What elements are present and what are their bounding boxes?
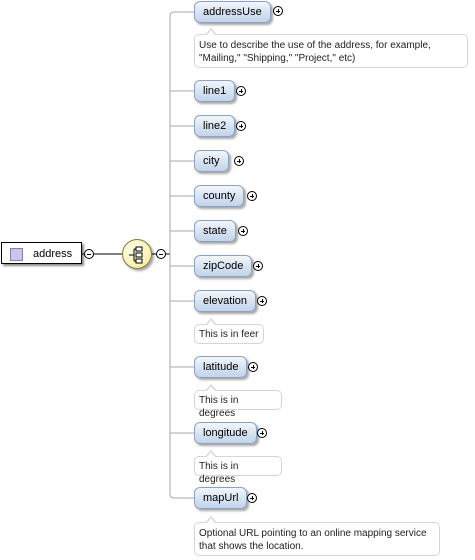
expand-toggle-icon[interactable]: [248, 362, 258, 372]
collapse-toggle-icon[interactable]: [156, 249, 166, 259]
expand-toggle-icon[interactable]: [234, 156, 244, 166]
expand-toggle-icon[interactable]: [253, 261, 263, 271]
element-state[interactable]: state: [194, 220, 236, 242]
expand-toggle-icon[interactable]: [247, 493, 257, 503]
element-mapUrl[interactable]: mapUrl: [194, 487, 248, 509]
element-elevation[interactable]: elevation: [194, 290, 257, 312]
connector-lines: [82, 11, 194, 499]
element-latitude[interactable]: latitude: [194, 356, 248, 378]
annotation-addressUse: Use to describe the use of the address, …: [194, 28, 468, 68]
attribute-group-icon: [10, 248, 23, 261]
expand-toggle-icon[interactable]: [257, 428, 267, 438]
annotation-longitude: This is in degrees: [194, 450, 282, 485]
expand-toggle-icon[interactable]: [247, 191, 257, 201]
root-element-address[interactable]: address: [1, 242, 82, 264]
annotation-elevation: This is in feer: [194, 318, 264, 344]
expand-toggle-icon[interactable]: [257, 296, 267, 306]
root-element-label: address: [33, 248, 73, 260]
element-zipCode[interactable]: zipCode: [194, 255, 253, 277]
element-county[interactable]: county: [194, 185, 245, 207]
element-longitude[interactable]: longitude: [194, 422, 257, 444]
element-line2[interactable]: line2: [194, 115, 236, 137]
collapse-toggle-icon[interactable]: [84, 249, 94, 259]
annotation-latitude: This is in degrees: [194, 384, 282, 419]
sequence-compositor[interactable]: [122, 239, 152, 269]
element-line1[interactable]: line1: [194, 80, 236, 102]
expand-toggle-icon[interactable]: [236, 121, 246, 131]
element-city[interactable]: city: [194, 150, 229, 172]
expand-toggle-icon[interactable]: [238, 226, 248, 236]
annotation-mapUrl: Optional URL pointing to an online mappi…: [194, 516, 440, 556]
expand-toggle-icon[interactable]: [273, 6, 283, 16]
sequence-compositor-icon: [129, 246, 143, 264]
expand-toggle-icon[interactable]: [236, 86, 246, 96]
element-addressUse[interactable]: addressUse: [194, 1, 271, 23]
